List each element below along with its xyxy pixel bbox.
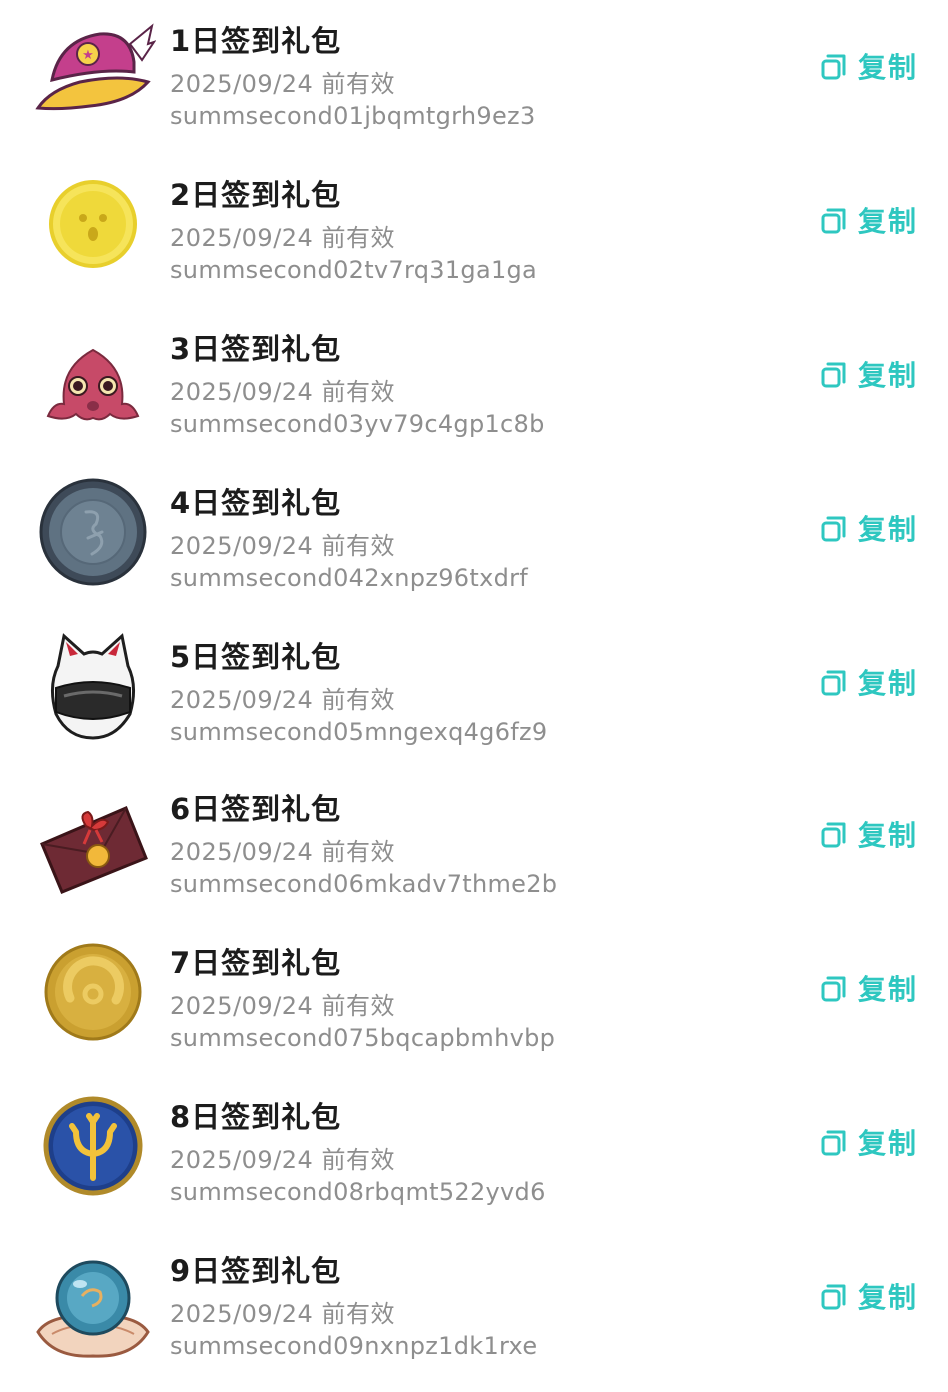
copy-button[interactable]: 复制 xyxy=(818,200,918,240)
list-item: 7日签到礼包 2025/09/24 前有效 summsecond075bqcap… xyxy=(0,922,948,1076)
item-expiry: 2025/09/24 前有效 xyxy=(170,1146,395,1174)
copy-button[interactable]: 复制 xyxy=(818,662,918,702)
item-code: summsecond02tv7rq31ga1ga xyxy=(170,256,538,284)
cat-helmet-icon xyxy=(30,626,156,746)
copy-label: 复制 xyxy=(858,1281,919,1314)
item-code: summsecond075bqcapbmhvbp xyxy=(170,1024,556,1052)
winged-cap-icon: ★ xyxy=(30,10,156,130)
gold-ring-coin-icon xyxy=(30,932,156,1052)
copy-label: 复制 xyxy=(858,819,919,852)
item-title: 8日签到礼包 xyxy=(170,1100,342,1134)
copy-icon xyxy=(821,1284,846,1310)
item-title: 4日签到礼包 xyxy=(170,486,342,520)
copy-label: 复制 xyxy=(858,359,919,392)
copy-button[interactable]: 复制 xyxy=(818,354,918,394)
list-item: 4日签到礼包 2025/09/24 前有效 summsecond042xnpz9… xyxy=(0,462,948,616)
item-code: summsecond03yv79c4gp1c8b xyxy=(170,410,545,438)
crystal-ball-icon xyxy=(30,1240,156,1360)
copy-icon xyxy=(821,1130,846,1156)
item-expiry: 2025/09/24 前有效 xyxy=(170,532,395,560)
copy-icon xyxy=(821,670,846,696)
copy-icon xyxy=(821,362,846,388)
copy-button[interactable]: 复制 xyxy=(818,814,918,854)
item-title: 1日签到礼包 xyxy=(170,24,342,58)
copy-label: 复制 xyxy=(858,513,919,546)
envelope-bow-icon xyxy=(30,778,156,898)
item-title: 6日签到礼包 xyxy=(170,792,342,826)
list-item: 2日签到礼包 2025/09/24 前有效 summsecond02tv7rq3… xyxy=(0,154,948,308)
item-expiry: 2025/09/24 前有效 xyxy=(170,224,395,252)
item-expiry: 2025/09/24 前有效 xyxy=(170,992,395,1020)
copy-icon xyxy=(821,54,846,80)
copy-icon xyxy=(821,976,846,1002)
copy-icon xyxy=(821,208,846,234)
item-code: summsecond05mngexq4g6fz9 xyxy=(170,718,548,746)
list-item: 9日签到礼包 2025/09/24 前有效 summsecond09nxnpz1… xyxy=(0,1230,948,1384)
item-expiry: 2025/09/24 前有效 xyxy=(170,378,395,406)
item-expiry: 2025/09/24 前有效 xyxy=(170,686,395,714)
item-title: 3日签到礼包 xyxy=(170,332,342,366)
item-title: 2日签到礼包 xyxy=(170,178,342,212)
list-item: 6日签到礼包 2025/09/24 前有效 summsecond06mkadv7… xyxy=(0,768,948,922)
copy-button[interactable]: 复制 xyxy=(818,508,918,548)
item-code: summsecond042xnpz96txdrf xyxy=(170,564,529,592)
trident-coin-icon xyxy=(30,1086,156,1206)
copy-label: 复制 xyxy=(858,973,919,1006)
list-item: 3日签到礼包 2025/09/24 前有效 summsecond03yv79c4… xyxy=(0,308,948,462)
copy-label: 复制 xyxy=(858,205,919,238)
item-title: 9日签到礼包 xyxy=(170,1254,342,1288)
svg-text:★: ★ xyxy=(82,48,94,63)
copy-label: 复制 xyxy=(858,51,919,84)
item-code: summsecond09nxnpz1dk1rxe xyxy=(170,1332,538,1360)
item-title: 7日签到礼包 xyxy=(170,946,342,980)
list-item: ★ 1日签到礼包 2025/09/24 前有效 summsecond01jbqm… xyxy=(0,0,948,154)
copy-icon xyxy=(821,516,846,542)
list-item: 5日签到礼包 2025/09/24 前有效 summsecond05mngexq… xyxy=(0,616,948,770)
copy-button[interactable]: 复制 xyxy=(818,46,918,86)
item-expiry: 2025/09/24 前有效 xyxy=(170,70,395,98)
item-expiry: 2025/09/24 前有效 xyxy=(170,838,395,866)
copy-label: 复制 xyxy=(858,1127,919,1160)
yellow-face-coin-icon xyxy=(30,164,156,284)
copy-button[interactable]: 复制 xyxy=(818,1122,918,1162)
octopus-icon xyxy=(30,318,156,438)
copy-label: 复制 xyxy=(858,667,919,700)
copy-button[interactable]: 复制 xyxy=(818,1276,918,1316)
list-item: 8日签到礼包 2025/09/24 前有效 summsecond08rbqmt5… xyxy=(0,1076,948,1230)
gray-rune-coin-icon xyxy=(30,472,156,592)
item-title: 5日签到礼包 xyxy=(170,640,342,674)
item-code: summsecond01jbqmtgrh9ez3 xyxy=(170,102,536,130)
gift-code-list: ★ 1日签到礼包 2025/09/24 前有效 summsecond01jbqm… xyxy=(0,0,948,1392)
item-code: summsecond08rbqmt522yvd6 xyxy=(170,1178,546,1206)
copy-button[interactable]: 复制 xyxy=(818,968,918,1008)
item-expiry: 2025/09/24 前有效 xyxy=(170,1300,395,1328)
item-code: summsecond06mkadv7thme2b xyxy=(170,870,558,898)
copy-icon xyxy=(821,822,846,848)
